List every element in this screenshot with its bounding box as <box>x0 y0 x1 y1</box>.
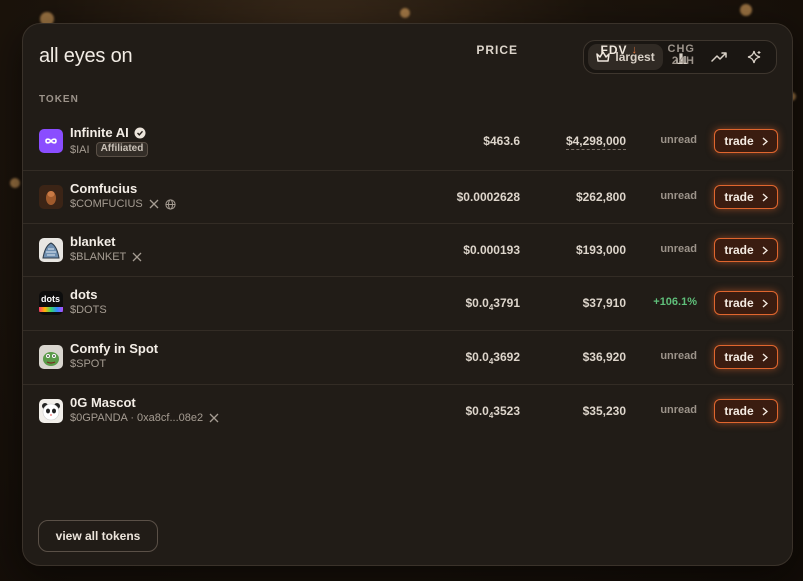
token-fdv: $4,298,000 <box>565 134 626 150</box>
token-symbol: $0GPANDA · 0xa8cf...08e2 <box>70 412 204 424</box>
token-price: $463.6 <box>483 134 520 148</box>
token-fdv: $36,920 <box>582 350 626 364</box>
x-twitter-icon[interactable] <box>149 199 159 209</box>
trade-label: trade <box>724 134 754 148</box>
trade-label: trade <box>724 350 754 364</box>
token-card: all eyes on largest TOKEN PRICE FDV ↓ CH… <box>22 23 794 566</box>
token-change-24h: +106.1% <box>653 296 697 308</box>
affiliated-badge: Affiliated <box>95 142 149 157</box>
tab-new[interactable] <box>738 44 772 70</box>
verified-check-icon <box>134 127 146 139</box>
token-name: 0G Mascot <box>70 395 136 410</box>
sort-down-arrow-icon: ↓ <box>631 44 638 56</box>
token-price: $0.043523 <box>465 404 520 420</box>
token-name: Comfucius <box>70 181 138 196</box>
trade-button[interactable]: trade <box>714 185 778 209</box>
column-token: TOKEN <box>39 94 79 105</box>
0g-mascot-logo <box>39 399 63 423</box>
column-chg-24h[interactable]: CHG 24H <box>645 43 695 67</box>
x-twitter-icon[interactable] <box>132 252 142 262</box>
chevron-right-icon <box>762 192 768 202</box>
x-twitter-icon[interactable] <box>209 413 219 423</box>
globe-icon[interactable] <box>165 198 176 210</box>
token-price: $0.043692 <box>465 350 520 366</box>
chevron-right-icon <box>762 245 768 255</box>
token-name: blanket <box>70 234 116 249</box>
chevron-right-icon <box>762 406 768 416</box>
trade-button[interactable]: trade <box>714 399 778 423</box>
trade-button[interactable]: trade <box>714 345 778 369</box>
comfucius-logo <box>39 185 63 209</box>
column-fdv-label: FDV <box>600 43 628 57</box>
trade-label: trade <box>724 190 754 204</box>
table-row[interactable]: dots dots $DOTS $0.043791 $37,910 +106.1… <box>23 276 794 329</box>
token-change-24h: unread <box>660 350 697 362</box>
token-symbol: $COMFUCIUS <box>70 198 143 210</box>
token-name: dots <box>70 287 98 302</box>
infinite-ai-logo <box>39 129 63 153</box>
blanket-logo <box>39 238 63 262</box>
token-price: $0.000193 <box>463 243 520 257</box>
table-row[interactable]: Comfucius $COMFUCIUS $0.0002628 $262,800… <box>23 170 794 223</box>
table-row[interactable]: Comfy in Spot $SPOT $0.043692 $36,920 un… <box>23 330 794 383</box>
background-bokeh <box>740 4 752 16</box>
chevron-right-icon <box>762 352 768 362</box>
token-fdv: $193,000 <box>575 243 626 257</box>
token-symbol: $SPOT <box>70 358 107 370</box>
trade-button[interactable]: trade <box>714 129 778 153</box>
table-row[interactable]: blanket $BLANKET $0.000193 $193,000 unre… <box>23 223 794 276</box>
token-symbol: $IAI <box>70 143 90 156</box>
trade-label: trade <box>724 296 754 310</box>
dots-logo-text: dots <box>41 294 60 304</box>
token-symbol: $BLANKET <box>70 251 127 263</box>
token-price: $0.043791 <box>465 296 520 312</box>
table-row[interactable]: 0G Mascot $0GPANDA · 0xa8cf...08e2 $0.04… <box>23 384 794 437</box>
chevron-right-icon <box>762 298 768 308</box>
token-change-24h: unread <box>660 243 697 255</box>
token-symbol: $DOTS <box>70 304 107 316</box>
view-all-tokens-button[interactable]: view all tokens <box>38 520 158 552</box>
token-price: $0.0002628 <box>456 190 520 204</box>
token-change-24h: unread <box>660 404 697 416</box>
token-change-24h: unread <box>660 190 697 202</box>
table-row[interactable]: Infinite AI $IAI Affiliated $463.6 $4,29… <box>23 115 794 168</box>
token-name: Comfy in Spot <box>70 341 159 356</box>
card-title: all eyes on <box>39 45 133 67</box>
token-fdv: $37,910 <box>582 296 626 310</box>
column-fdv[interactable]: FDV ↓ <box>601 43 639 57</box>
dots-logo-stripe <box>39 307 63 312</box>
sparkle-icon <box>747 50 762 65</box>
column-price[interactable]: PRICE <box>476 43 518 57</box>
dots-logo: dots <box>39 291 63 315</box>
trade-button[interactable]: trade <box>714 238 778 262</box>
background-bokeh <box>10 178 20 188</box>
trade-label: trade <box>724 404 754 418</box>
chevron-right-icon <box>762 136 768 146</box>
comfy-in-spot-logo <box>39 345 63 369</box>
trade-button[interactable]: trade <box>714 291 778 315</box>
background-bokeh <box>400 8 410 18</box>
token-name: Infinite AI <box>70 125 129 140</box>
trending-up-icon <box>710 51 727 63</box>
token-fdv: $35,230 <box>582 404 626 418</box>
token-change-24h: unread <box>660 134 697 146</box>
tab-trending[interactable] <box>701 44 735 70</box>
trade-label: trade <box>724 243 754 257</box>
token-fdv: $262,800 <box>575 190 626 204</box>
